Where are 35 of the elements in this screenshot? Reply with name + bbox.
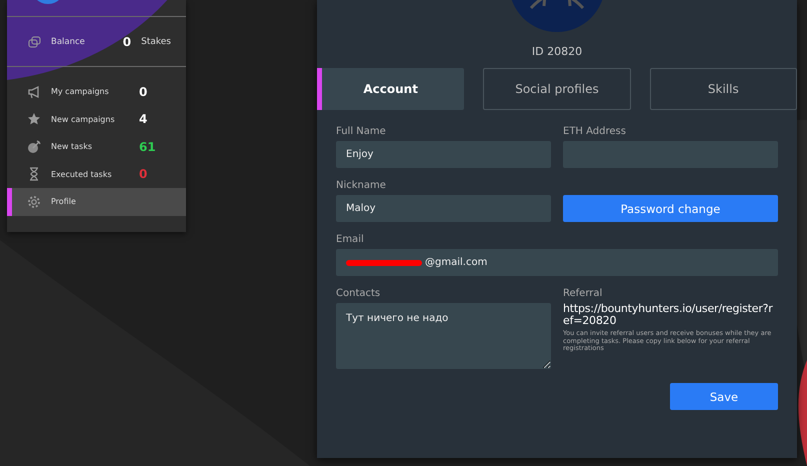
hourglass-icon — [27, 167, 41, 182]
target-icon — [27, 140, 41, 154]
input-field[interactable]: Enjoy — [336, 141, 551, 168]
field-label: Email — [336, 234, 365, 245]
item-count: 0 — [139, 84, 148, 99]
sidebar-item[interactable]: My campaigns 0 — [7, 78, 186, 106]
sidebar-item[interactable]: New tasks 61 — [7, 133, 186, 160]
megaphone-icon — [27, 84, 41, 99]
field-label: ETH Address — [563, 126, 627, 137]
input-field[interactable]: @gmail.com — [336, 249, 778, 276]
sidebar-item[interactable]: Executed tasks 0 — [7, 160, 186, 188]
user-id: ID 20820 — [532, 45, 582, 58]
gear-icon — [27, 194, 41, 209]
balance-unit: Stakes — [141, 36, 171, 46]
balance-value: 0 — [122, 34, 132, 48]
field-label: Referral — [563, 288, 604, 299]
save-button[interactable]: Save — [670, 383, 778, 410]
sidebar-item[interactable]: New campaigns 4 — [7, 106, 186, 133]
coins-icon — [27, 34, 41, 48]
text-area[interactable]: Тут ничего не надо — [336, 303, 551, 369]
tab[interactable]: Account — [317, 68, 464, 110]
tab[interactable]: Social profiles — [483, 68, 631, 110]
input-field[interactable]: Maloy — [336, 195, 551, 222]
sidebar-item[interactable]: Profile — [7, 188, 186, 216]
balance-label: Balance — [51, 36, 86, 46]
item-count: 4 — [139, 112, 148, 126]
field-label: Full Name — [336, 126, 387, 137]
star-icon — [27, 112, 41, 126]
field-label: Nickname — [336, 180, 387, 191]
tab[interactable]: Skills — [650, 68, 797, 110]
referral-link[interactable]: https://bountyhunters.io/user/register?ref=20820 — [563, 303, 778, 328]
item-count: 61 — [139, 140, 156, 154]
field-label: Contacts — [336, 288, 382, 299]
password-change-button[interactable]: Password change — [563, 195, 778, 222]
item-count: 0 — [139, 167, 148, 182]
